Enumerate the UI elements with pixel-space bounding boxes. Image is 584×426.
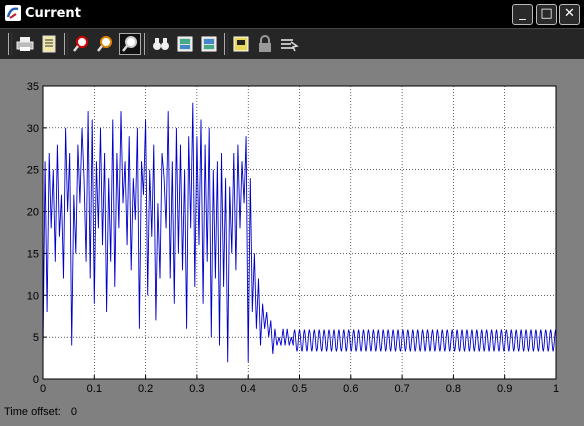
x-tick-label: 0.1 — [87, 383, 102, 395]
y-tick-label: 5 — [33, 332, 39, 344]
y-tick-label: 20 — [27, 207, 39, 219]
x-tick-label: 0.8 — [446, 383, 461, 395]
x-tick-label: 0.4 — [241, 383, 256, 395]
x-tick-label: 0.3 — [189, 383, 204, 395]
current-chart[interactable]: 0 0.1 0.2 0.3 0.4 0.5 0.6 0.7 0.8 0.9 105101520253… — [0, 0, 584, 426]
y-tick-label: 10 — [27, 290, 39, 302]
x-tick-label: 1 — [553, 383, 559, 395]
status-bar: Time offset: 0 — [4, 406, 77, 418]
y-tick-label: 35 — [27, 81, 39, 93]
x-tick-label: 0.6 — [343, 383, 358, 395]
x-tick-label: 0.2 — [138, 383, 153, 395]
y-tick-label: 30 — [27, 123, 39, 135]
y-tick-label: 15 — [27, 248, 39, 260]
y-tick-label: 25 — [27, 165, 39, 177]
time-offset-value: 0 — [70, 406, 77, 418]
x-tick-label: 0 — [40, 383, 46, 395]
time-offset-label: Time offset: — [4, 406, 61, 418]
scope-window: Current _ □ ✕ 0 0.1 0.2 0.3 0.4 0.5 0.6 … — [0, 0, 584, 426]
x-tick-label: 0.5 — [292, 383, 307, 395]
x-tick-label: 0.9 — [497, 383, 512, 395]
y-tick-label: 0 — [33, 374, 39, 386]
x-tick-label: 0.7 — [394, 383, 409, 395]
